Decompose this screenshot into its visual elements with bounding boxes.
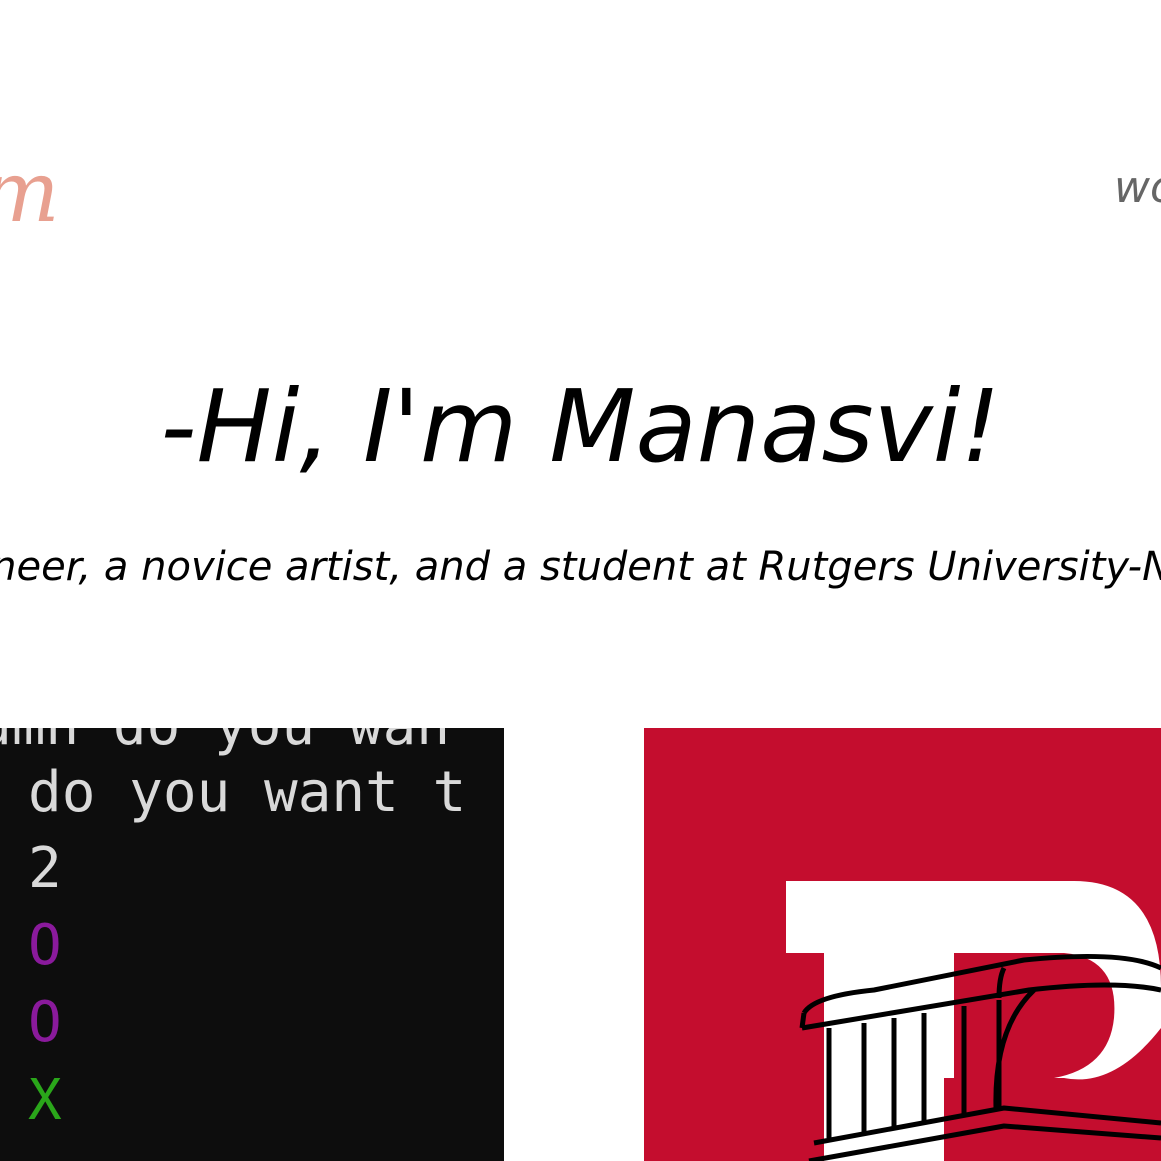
hero-subtitle: ineer, a novice artist, and a student at… (0, 544, 1161, 590)
terminal-line: 2 (28, 836, 62, 901)
terminal-cursor: _ (0, 1146, 26, 1161)
terminal-line: O (28, 913, 62, 978)
terminal-project-card[interactable]: umn do you wan do you want t 2 O O X _ (0, 728, 504, 1161)
terminal-line: do you want t (28, 760, 467, 825)
terminal-line: O (28, 990, 62, 1055)
terminal-line: umn do you wan (0, 728, 450, 754)
page: m wo -Hi, I'm Manasvi! ineer, a novice a… (0, 0, 1161, 1161)
nav-link-work[interactable]: wo (1114, 162, 1161, 213)
site-logo[interactable]: m (0, 150, 60, 234)
rutgers-project-card[interactable] (644, 728, 1161, 1161)
terminal-line: X (28, 1068, 62, 1133)
hero-title: -Hi, I'm Manasvi! (160, 368, 1001, 485)
rutgers-r-bus-icon (786, 881, 1161, 1161)
